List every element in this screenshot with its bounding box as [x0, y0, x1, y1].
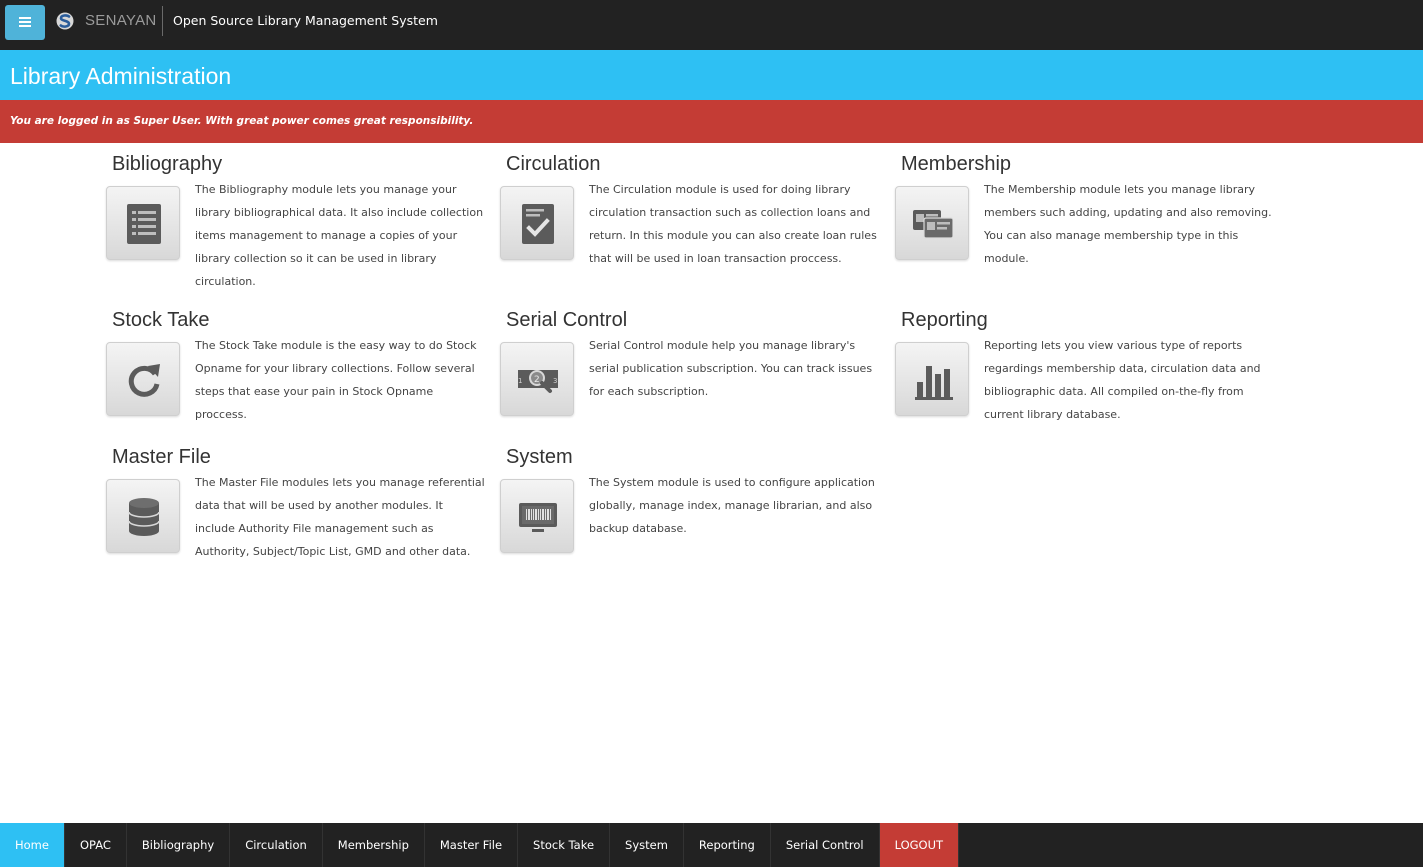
senayan-logo-icon	[56, 12, 74, 30]
stock-take-module-button[interactable]	[106, 342, 180, 416]
module-description: The Stock Take module is the easy way to…	[195, 339, 477, 421]
nav-master-file[interactable]: Master File	[425, 823, 519, 867]
top-navbar: SENAYAN Open Source Library Management S…	[0, 0, 1423, 50]
module-title[interactable]: Stock Take	[112, 309, 209, 332]
module-description: Serial Control module help you manage li…	[589, 339, 873, 398]
nav-circulation[interactable]: Circulation	[230, 823, 323, 867]
nav-home[interactable]: Home	[0, 823, 65, 867]
serial-magnifier-icon: 1 3 2	[518, 370, 558, 393]
refresh-icon	[128, 364, 160, 397]
module-title[interactable]: Serial Control	[506, 309, 627, 332]
svg-text:2: 2	[534, 375, 540, 385]
nav-serial-control[interactable]: Serial Control	[771, 823, 880, 867]
nav-system[interactable]: System	[610, 823, 684, 867]
logout-button[interactable]: LOGOUT	[879, 823, 960, 867]
nav-membership[interactable]: Membership	[323, 823, 425, 867]
circulation-module-button[interactable]	[500, 186, 574, 260]
checkmark-document-icon	[522, 204, 554, 244]
bottom-navigation: Home OPAC Bibliography Circulation Membe…	[0, 823, 1423, 867]
reporting-module-button[interactable]	[895, 342, 969, 416]
page-title: Library Administration	[10, 63, 232, 89]
database-icon	[128, 498, 160, 536]
module-description: The Membership module lets you manage li…	[984, 183, 1272, 265]
nav-stock-take[interactable]: Stock Take	[518, 823, 611, 867]
nav-opac[interactable]: OPAC	[65, 823, 127, 867]
svg-text:1: 1	[518, 377, 522, 385]
page-header: Library Administration	[0, 50, 1423, 100]
module-description: The Bibliography module lets you manage …	[195, 183, 484, 288]
nav-bibliography[interactable]: Bibliography	[127, 823, 231, 867]
membership-module-button[interactable]	[895, 186, 969, 260]
module-title[interactable]: Membership	[901, 153, 1011, 176]
module-title[interactable]: Bibliography	[112, 153, 222, 176]
menu-icon-bar	[19, 25, 31, 27]
module-description: The System module is used to configure a…	[589, 476, 875, 535]
module-title[interactable]: Reporting	[901, 309, 988, 332]
brand-divider	[162, 6, 163, 36]
hamburger-menu-button[interactable]	[5, 5, 45, 40]
app-title: Open Source Library Management System	[173, 13, 438, 28]
svg-text:3: 3	[553, 377, 557, 385]
module-description: Reporting lets you view various type of …	[984, 339, 1261, 421]
serial-control-module-button[interactable]: 1 3 2	[500, 342, 574, 416]
module-description: The Circulation module is used for doing…	[589, 183, 877, 265]
bibliography-module-button[interactable]	[106, 186, 180, 260]
master-file-module-button[interactable]	[106, 479, 180, 553]
nav-reporting[interactable]: Reporting	[684, 823, 771, 867]
notice-text: You are logged in as Super User. With gr…	[10, 115, 474, 127]
module-description: The Master File modules lets you manage …	[195, 476, 485, 558]
menu-icon	[19, 17, 31, 19]
list-document-icon	[127, 204, 161, 244]
brand-name: SENAYAN	[85, 12, 157, 29]
super-user-notice: You are logged in as Super User. With gr…	[0, 100, 1423, 143]
module-title[interactable]: System	[506, 446, 573, 469]
module-title[interactable]: Master File	[112, 446, 211, 469]
system-module-button[interactable]	[500, 479, 574, 553]
barcode-monitor-icon	[519, 503, 557, 532]
module-title[interactable]: Circulation	[506, 153, 600, 176]
menu-icon-bar	[19, 21, 31, 23]
member-cards-icon	[913, 210, 953, 239]
bar-chart-icon	[915, 366, 953, 400]
